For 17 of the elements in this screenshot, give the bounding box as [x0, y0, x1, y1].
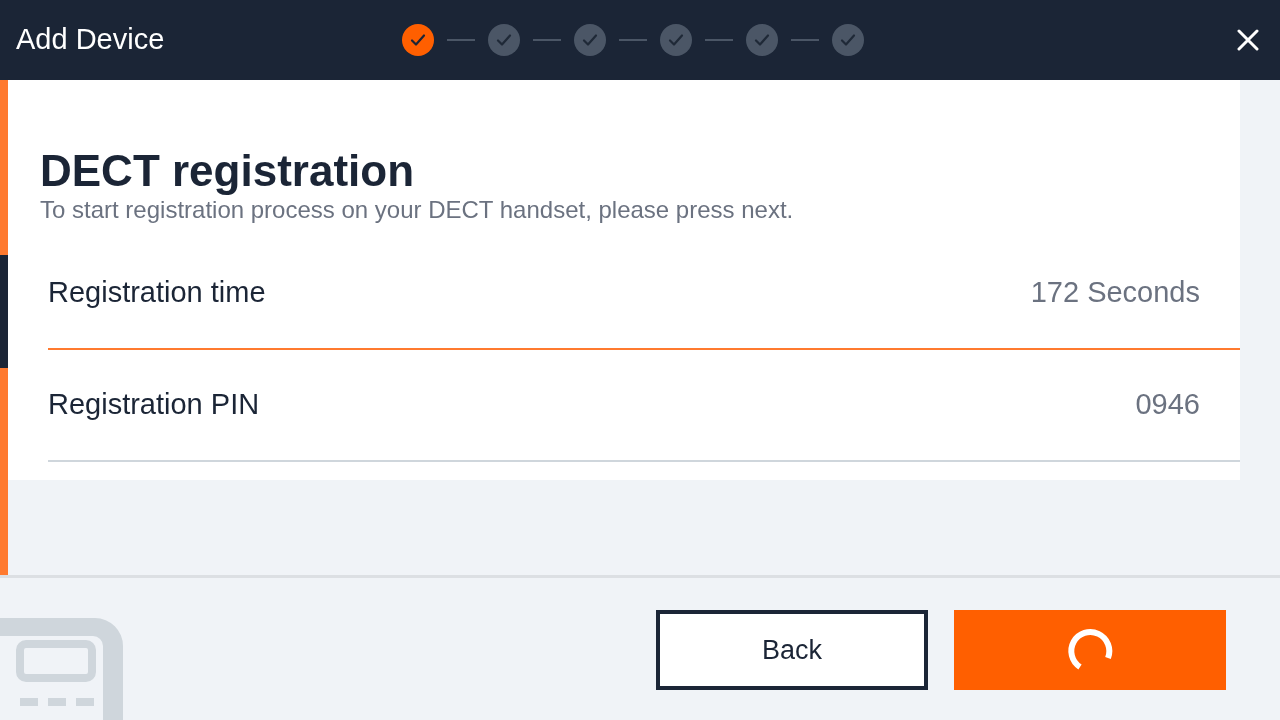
- page-description: To start registration process on your DECT handset, please press next.: [40, 196, 795, 224]
- page-title: DECT registration: [40, 146, 416, 196]
- row-value: 172 Seconds: [1030, 275, 1200, 311]
- checkmark-icon: [668, 33, 684, 47]
- checkmark-icon: [410, 33, 426, 47]
- next-button[interactable]: [954, 610, 1226, 690]
- checkmark-icon: [496, 33, 512, 47]
- checkmark-icon: [582, 33, 598, 47]
- row-value: 0946: [1135, 387, 1200, 423]
- checkmark-icon: [840, 33, 856, 47]
- close-icon: [1237, 29, 1259, 51]
- row-label: Registration time: [48, 275, 266, 311]
- back-button[interactable]: Back: [656, 610, 928, 690]
- checkmark-icon: [754, 33, 770, 47]
- window-title: Add Device: [16, 22, 166, 58]
- row-label: Registration PIN: [48, 387, 260, 423]
- calculator-icon: [0, 618, 125, 720]
